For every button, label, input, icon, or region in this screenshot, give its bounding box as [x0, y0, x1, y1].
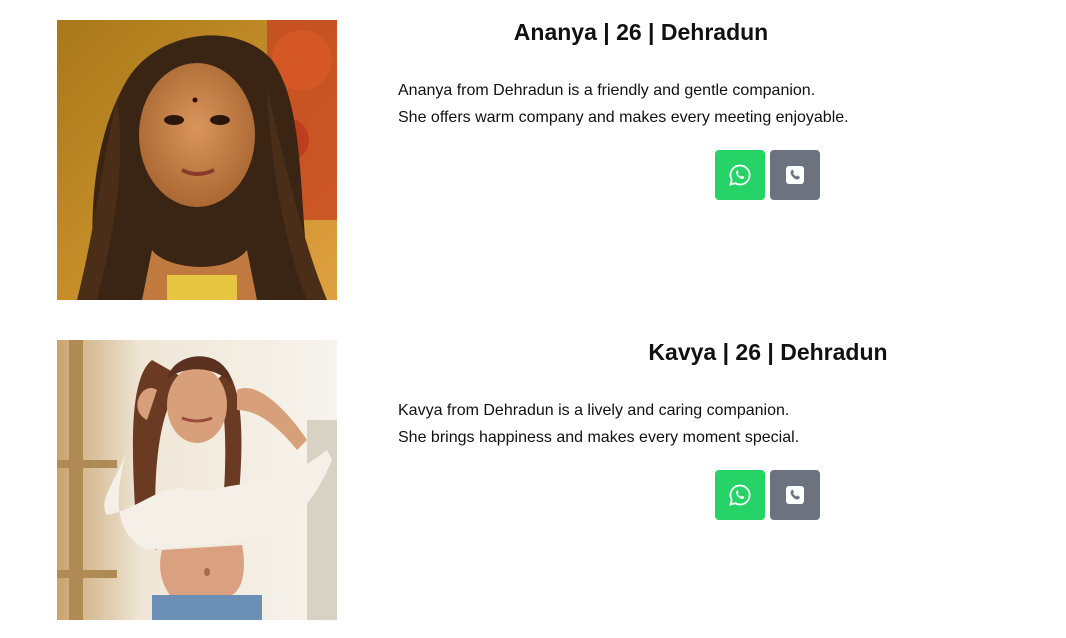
whatsapp-icon [729, 164, 751, 186]
portrait-image [57, 340, 337, 620]
profile-title: Kavya | 26 | Dehradun [648, 339, 888, 365]
whatsapp-icon [729, 484, 751, 506]
phone-icon [786, 166, 804, 184]
profile-title: Ananya | 26 | Dehradun [513, 19, 769, 45]
profile-photo [57, 340, 337, 620]
call-button[interactable] [770, 470, 820, 520]
phone-icon [786, 486, 804, 504]
description-line: She brings happiness and makes every mom… [398, 429, 800, 446]
profile-photo [57, 20, 337, 300]
profile-card: Ananya | 26 | Dehradun Ananya from Dehra… [0, 20, 1066, 300]
portrait-image [57, 20, 337, 300]
description-line: She offers warm company and makes every … [398, 109, 849, 126]
profile-card: Kavya | 26 | Dehradun Kavya from Dehradu… [0, 340, 1066, 620]
whatsapp-button[interactable] [715, 470, 765, 520]
call-button[interactable] [770, 150, 820, 200]
whatsapp-button[interactable] [715, 150, 765, 200]
description-line: Kavya from Dehradun is a lively and cari… [398, 402, 790, 419]
description-line: Ananya from Dehradun is a friendly and g… [398, 82, 816, 99]
profile-description: Ananya from Dehradun is a friendly and g… [398, 77, 1038, 131]
profile-description: Kavya from Dehradun is a lively and cari… [398, 397, 1038, 451]
